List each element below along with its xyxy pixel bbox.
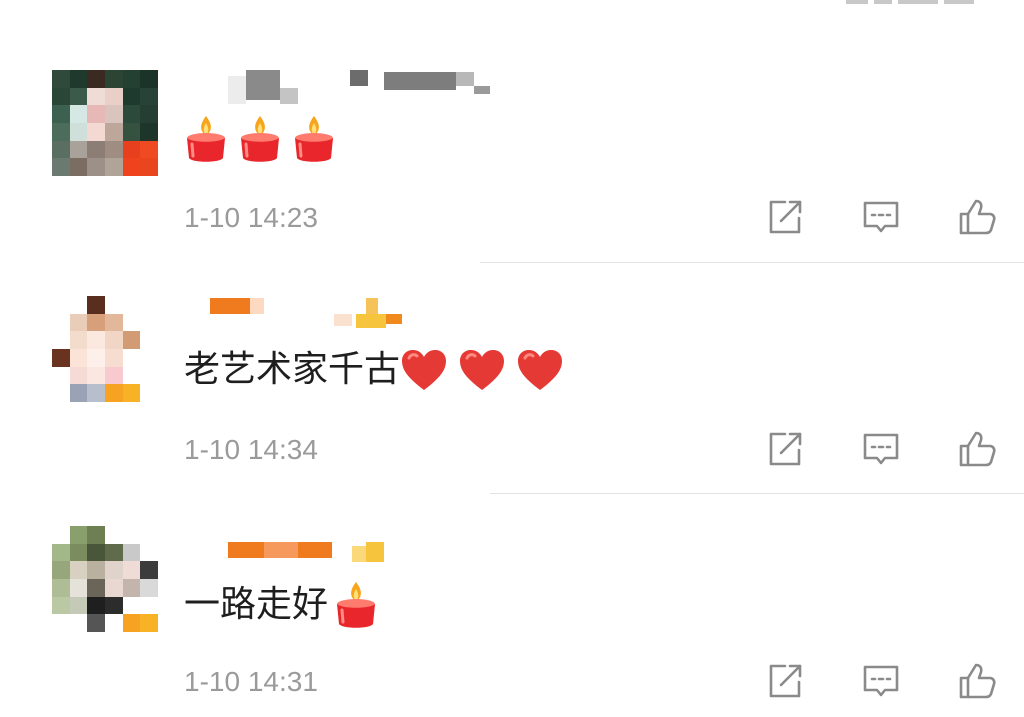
comment-actions <box>764 428 998 470</box>
candle-emoji-icon <box>241 116 279 162</box>
comment-time: 1-10 14:31 <box>184 666 318 697</box>
share-button[interactable] <box>764 428 806 470</box>
heart-emoji-icon <box>460 350 505 390</box>
reply-button[interactable] <box>860 196 902 238</box>
like-icon <box>959 431 996 467</box>
avatar[interactable] <box>52 296 158 402</box>
candle-emoji-icon <box>295 116 333 162</box>
divider <box>490 493 1024 494</box>
emoji-row <box>334 580 378 630</box>
divider <box>480 262 1024 263</box>
cropped-top-fragment <box>846 0 986 4</box>
comment-content: 一路走好 <box>184 580 378 630</box>
comment-content: 老艺术家千古 <box>184 346 564 394</box>
comment-text: 一路走好 <box>184 584 329 625</box>
like-icon <box>959 199 996 235</box>
reply-button[interactable] <box>860 428 902 470</box>
emoji-row <box>400 348 564 392</box>
share-icon <box>769 432 802 466</box>
comment-icon <box>863 201 899 233</box>
like-button[interactable] <box>956 196 998 238</box>
share-icon <box>769 200 802 234</box>
comment-icon <box>863 665 899 697</box>
username-redacted[interactable] <box>184 70 504 104</box>
emoji-row <box>184 114 336 164</box>
comment-text: 老艺术家千古 <box>184 349 401 390</box>
heart-emoji-icon <box>518 350 563 390</box>
like-icon <box>959 663 996 699</box>
comment-content <box>184 114 336 164</box>
share-button[interactable] <box>764 660 806 702</box>
share-icon <box>769 664 802 698</box>
avatar[interactable] <box>52 70 158 176</box>
comment-icon <box>863 433 899 465</box>
reply-button[interactable] <box>860 660 902 702</box>
comment-time: 1-10 14:23 <box>184 202 318 233</box>
username-redacted[interactable] <box>184 540 404 570</box>
comment-actions <box>764 196 998 238</box>
candle-emoji-icon <box>337 582 376 628</box>
share-button[interactable] <box>764 196 806 238</box>
heart-emoji-icon <box>402 350 447 390</box>
comment-actions <box>764 660 998 702</box>
candle-emoji-icon <box>187 116 225 162</box>
comment-time: 1-10 14:34 <box>184 434 318 465</box>
like-button[interactable] <box>956 660 998 702</box>
avatar[interactable] <box>52 526 158 632</box>
username-redacted[interactable] <box>184 296 414 328</box>
like-button[interactable] <box>956 428 998 470</box>
